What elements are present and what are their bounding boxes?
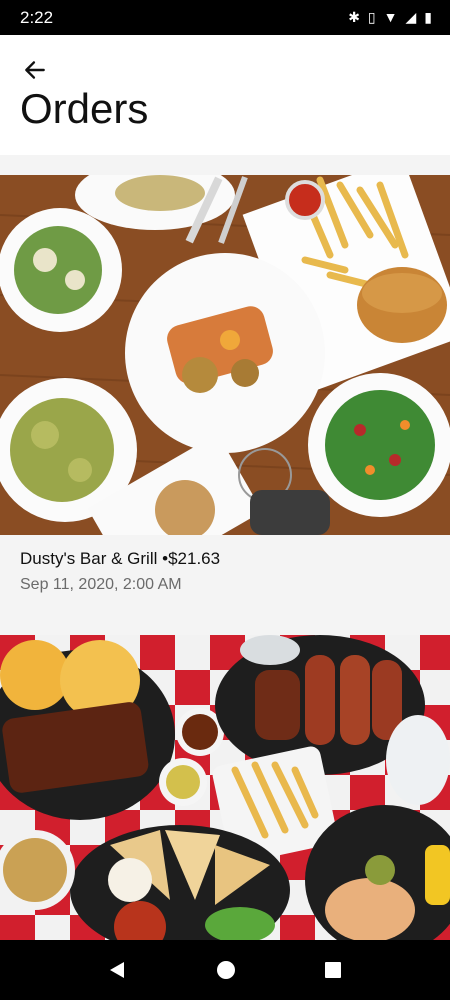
status-bar: 2:22 ✱ ▯ ▼ ◢ ▮ (0, 0, 450, 35)
restaurant-name: Dusty's Bar & Grill (20, 549, 158, 568)
wifi-icon: ▼ (383, 9, 398, 25)
page-title: Orders (20, 85, 149, 132)
status-icons: ✱ ▯ ▼ ◢ ▮ (348, 7, 432, 27)
vibrate-icon: ▯ (367, 9, 376, 25)
system-nav-bar (0, 940, 450, 1000)
back-arrow-icon[interactable] (22, 57, 48, 83)
bluetooth-icon: ✱ (348, 9, 360, 25)
order-info: Dusty's Bar & Grill •$21.63 Sep 11, 2020… (20, 549, 220, 594)
order-card[interactable]: Dusty's Bar & Grill •$21.63 Sep 11, 2020… (0, 175, 450, 620)
page-header: Orders (0, 35, 450, 155)
recents-square-icon[interactable] (323, 960, 343, 980)
home-circle-icon[interactable] (216, 960, 236, 980)
order-summary: Dusty's Bar & Grill •$21.63 (20, 549, 220, 569)
restaurant-photo (0, 175, 450, 535)
order-total: $21.63 (168, 549, 221, 568)
battery-icon: ▮ (424, 9, 432, 25)
order-card[interactable] (0, 635, 450, 940)
back-triangle-icon[interactable] (107, 960, 127, 980)
restaurant-photo (0, 635, 450, 940)
signal-icon: ◢ (405, 9, 417, 25)
status-time: 2:22 (20, 8, 54, 27)
order-date: Sep 11, 2020, 2:00 AM (20, 576, 182, 593)
